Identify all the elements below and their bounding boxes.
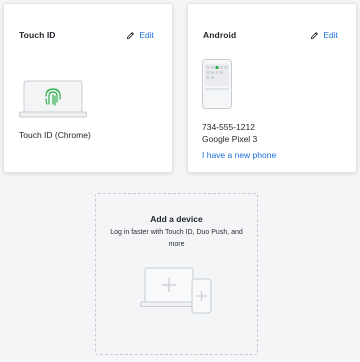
phone-model: Google Pixel 3: [202, 134, 258, 144]
pencil-icon: [127, 31, 135, 39]
touch-id-card: Touch ID Edit Touch ID (Chrome): [3, 3, 173, 173]
phone-icon: [202, 59, 232, 114]
touch-id-edit-button[interactable]: Edit: [126, 30, 154, 40]
edit-label: Edit: [139, 30, 154, 40]
pencil-icon: [311, 31, 319, 39]
add-device-description: Log in faster with Touch ID, Duo Push, a…: [110, 229, 243, 248]
edit-label: Edit: [323, 30, 338, 40]
android-card: Android Edit 734-555-1212 Google Pixel 3…: [187, 3, 357, 173]
laptop-phone-plus-icon: [140, 267, 214, 322]
add-device-card[interactable]: Add a device Log in faster with Touch ID…: [95, 193, 258, 355]
new-phone-link[interactable]: I have a new phone: [202, 150, 276, 160]
android-title: Android: [203, 30, 237, 40]
touch-id-title: Touch ID: [19, 30, 56, 40]
add-device-title: Add a device: [150, 214, 203, 224]
android-edit-button[interactable]: Edit: [310, 30, 338, 40]
laptop-fingerprint-icon: [19, 80, 87, 125]
touch-id-device-label: Touch ID (Chrome): [19, 130, 91, 140]
phone-number: 734-555-1212: [202, 122, 255, 132]
